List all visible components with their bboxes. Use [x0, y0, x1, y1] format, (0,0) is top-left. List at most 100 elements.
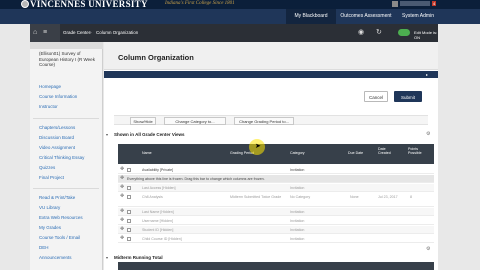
gear-icon[interactable]: ⚙	[426, 246, 430, 252]
drag-handle-icon[interactable]: ✥	[120, 176, 124, 181]
sidebar-item-critical-thinking-essay[interactable]: Critical Thinking Essay	[39, 155, 84, 160]
sidebar-item-discussion-board[interactable]: Discussion Board	[39, 135, 74, 140]
column-header-due-date: Due Date	[348, 151, 364, 155]
table-row[interactable]: ✥ Ch8 Analysis Midterm Submitted Twice G…	[118, 193, 434, 207]
row-name: Availability [Private]	[142, 168, 174, 172]
breadcrumb-column-organization: Column Organization	[96, 30, 139, 35]
tab-my-blackboard[interactable]: My Blackboard	[286, 9, 336, 24]
user-avatar-icon[interactable]	[392, 1, 398, 7]
page-title-bar: Column Organization	[104, 42, 438, 70]
drag-handle-icon[interactable]: ✥	[120, 167, 124, 172]
next-section-header	[118, 262, 434, 270]
frozen-divider-text: Everything above this line is frozen. Dr…	[127, 177, 265, 181]
sidebar-divider	[33, 188, 99, 189]
sidebar-item-announcements[interactable]: Announcements	[39, 255, 72, 260]
row-grading-period: Midterm Submitted Twice Grade	[230, 195, 282, 199]
row-name: Last Name [Hidden]	[142, 210, 174, 214]
breadcrumb-grade-center[interactable]: Grade Center	[63, 24, 90, 42]
column-header-points-possible: Points Possible	[408, 147, 422, 155]
action-bar: Show/Hide Change Category to... Change G…	[114, 115, 428, 125]
drag-handle-icon[interactable]: ✥	[120, 209, 124, 214]
sidebar-item-course-information[interactable]: Course Information	[39, 94, 77, 99]
course-title[interactable]: (Ellison01) Survey of European History I…	[39, 51, 101, 68]
row-points: 8	[410, 195, 412, 199]
change-grading-period-button[interactable]: Change Grading Period to...	[234, 117, 294, 125]
drag-handle-icon[interactable]: ✥	[120, 236, 124, 241]
sidebar-item-instructor[interactable]: Instructor	[39, 104, 58, 109]
frozen-divider-row[interactable]: ✥ Everything above this line is frozen. …	[118, 175, 434, 183]
edit-mode-toggle[interactable]	[398, 29, 410, 36]
home-icon[interactable]: ⌂	[33, 28, 37, 37]
sidebar-item-vu-library[interactable]: VU Library	[39, 205, 60, 210]
table-row[interactable]: ✥ Last Name [Hidden] Invitation	[118, 208, 434, 216]
menu-toggle-icon[interactable]: ≡	[43, 28, 47, 37]
mouse-pointer-icon: ➤	[255, 143, 261, 150]
row-category: Invitation	[290, 168, 305, 172]
user-name-block[interactable]	[400, 1, 430, 6]
row-name: Child Course ID [Hidden]	[142, 237, 182, 241]
row-checkbox[interactable]	[127, 237, 131, 241]
row-name: Username [Hidden]	[142, 219, 173, 223]
section-heading-shown: Shown in All Grade Center Views	[114, 132, 185, 137]
table-row[interactable]: ✥ Student ID [Hidden] Invitation	[118, 226, 434, 234]
row-checkbox[interactable]	[127, 228, 131, 232]
refresh-icon[interactable]: ↻	[376, 28, 382, 37]
table-row[interactable]: ✥ Last Access [Hidden] Invitation	[118, 184, 434, 192]
sidebar-item-quizzes[interactable]: Quizzes	[39, 165, 55, 170]
page-title: Column Organization	[118, 53, 194, 62]
tab-system-admin[interactable]: System Admin	[396, 9, 440, 24]
table-header: Name Grading Period Category Due Date Da…	[118, 144, 434, 164]
show-hide-button[interactable]: Show/Hide	[130, 117, 156, 125]
sidebar-item-read-print[interactable]: Read & Print/Take	[39, 195, 75, 200]
sidebar-item-extra-web-resources[interactable]: Extra Web Resources	[39, 215, 83, 220]
cancel-button[interactable]: Cancel	[364, 91, 388, 102]
row-category: Invitation	[290, 228, 305, 232]
section-collapse-icon[interactable]: ▾	[106, 132, 108, 137]
row-category: Invitation	[290, 210, 305, 214]
row-category: No Category	[290, 195, 311, 199]
drag-handle-icon[interactable]: ✥	[120, 185, 124, 190]
eye-icon[interactable]: ◉	[358, 28, 364, 37]
table-row[interactable]: ✥ Username [Hidden] Invitation	[118, 217, 434, 225]
table-row[interactable]: ✥ Availability [Private] Invitation	[118, 166, 434, 174]
submit-button[interactable]: Submit	[394, 91, 422, 102]
sidebar-item-my-grades[interactable]: My Grades	[39, 225, 61, 230]
course-menu-tools	[30, 42, 103, 49]
column-header-category: Category	[290, 151, 305, 155]
drag-handle-icon[interactable]: ✥	[120, 194, 124, 199]
collapse-icon[interactable]: ▸	[426, 72, 428, 77]
table-row[interactable]: ✥ Child Course ID [Hidden] Invitation	[118, 235, 434, 243]
change-category-button[interactable]: Change Category to...	[164, 117, 226, 125]
sidebar-item-final-project[interactable]: Final Project	[39, 175, 64, 180]
page-header-strip: ▸	[104, 71, 438, 78]
section-collapse-icon[interactable]: ▾	[106, 255, 108, 260]
section-heading-midterm: Midterm Running Total	[114, 255, 163, 260]
sidebar-item-deh[interactable]: DEH	[39, 245, 49, 250]
brand-name[interactable]: VINCENNES UNIVERSITY	[30, 0, 148, 9]
row-checkbox[interactable]	[127, 168, 131, 172]
row-checkbox[interactable]	[127, 195, 131, 199]
row-date-created: Jul 23, 2017	[378, 195, 398, 199]
university-seal-icon	[21, 0, 29, 8]
sidebar-item-chapters[interactable]: Chapters/Lessons	[39, 125, 75, 130]
sidebar-item-video-assignment[interactable]: Video Assignment	[39, 145, 75, 150]
edit-mode-label: Edit Mode is: ON	[414, 30, 438, 40]
notification-badge[interactable]: 4	[432, 1, 437, 6]
row-name: Ch8 Analysis	[142, 195, 163, 199]
row-category: Invitation	[290, 219, 305, 223]
main-content: Column Organization ▸ Cancel Submit Show…	[104, 42, 438, 270]
row-checkbox[interactable]	[127, 210, 131, 214]
drag-handle-icon[interactable]: ✥	[120, 218, 124, 223]
brand-tagline: Indiana's First College Since 1801	[165, 1, 235, 6]
drag-handle-icon[interactable]: ✥	[120, 227, 124, 232]
tab-outcomes-assessment[interactable]: Outcomes Assessment	[336, 9, 396, 24]
row-category: Invitation	[290, 186, 305, 190]
sidebar-item-course-tools[interactable]: Course Tools / Email	[39, 235, 80, 240]
sidebar-item-homepage[interactable]: Homepage	[39, 84, 61, 89]
breadcrumb-separator: ›	[90, 30, 92, 35]
row-checkbox[interactable]	[127, 186, 131, 190]
gear-icon[interactable]: ⚙	[426, 131, 430, 137]
course-menu: (Ellison01) Survey of European History I…	[30, 42, 103, 270]
row-name: Student ID [Hidden]	[142, 228, 174, 232]
row-checkbox[interactable]	[127, 219, 131, 223]
